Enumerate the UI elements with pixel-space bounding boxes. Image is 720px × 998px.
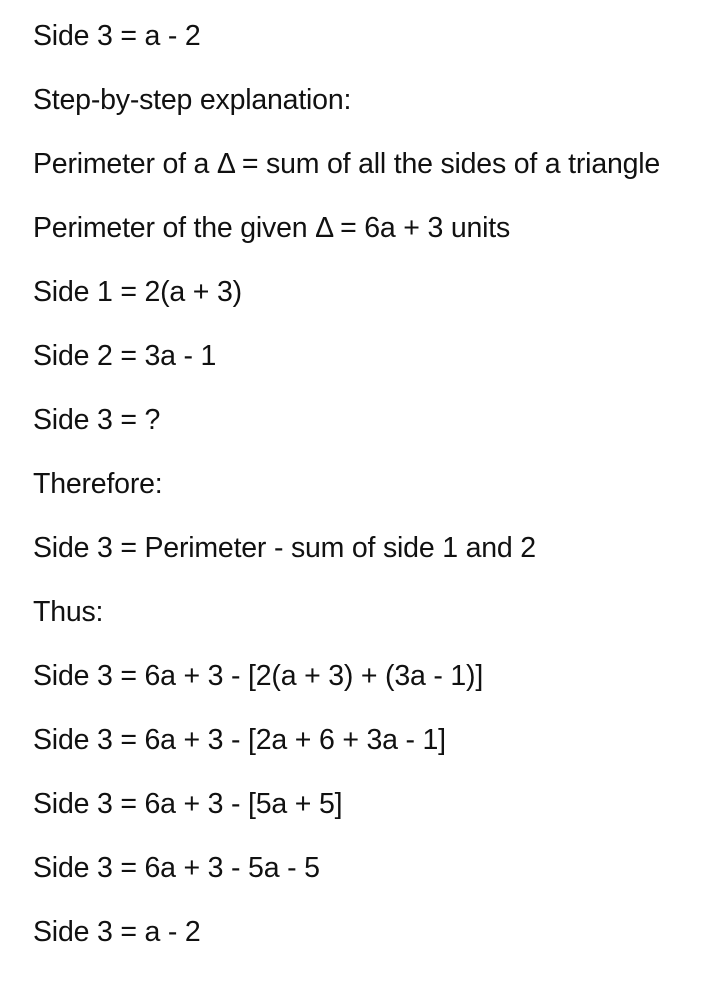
thus-label: Thus: [33, 596, 104, 628]
answer-summary: Side 3 = a - 2 [33, 20, 201, 52]
step-distribute: Side 3 = 6a + 3 - 5a - 5 [33, 852, 320, 884]
side-3-unknown: Side 3 = ? [33, 404, 161, 436]
side-1: Side 1 = 2(a + 3) [33, 276, 242, 308]
explanation-heading: Step-by-step explanation: [33, 84, 352, 116]
therefore-label: Therefore: [33, 468, 163, 500]
step-substitution: Side 3 = 6a + 3 - [2(a + 3) + (3a - 1)] [33, 660, 484, 692]
side-2: Side 2 = 3a - 1 [33, 340, 217, 372]
answer-document: Side 3 = a - 2 Step-by-step explanation:… [33, 12, 693, 972]
step-expand: Side 3 = 6a + 3 - [2a + 6 + 3a - 1] [33, 724, 446, 756]
perimeter-definition: Perimeter of a Δ = sum of all the sides … [33, 148, 661, 180]
given-perimeter: Perimeter of the given Δ = 6a + 3 units [33, 212, 511, 244]
side-3-formula: Side 3 = Perimeter - sum of side 1 and 2 [33, 532, 536, 564]
final-answer: Side 3 = a - 2 [33, 916, 201, 948]
step-combine: Side 3 = 6a + 3 - [5a + 5] [33, 788, 343, 820]
